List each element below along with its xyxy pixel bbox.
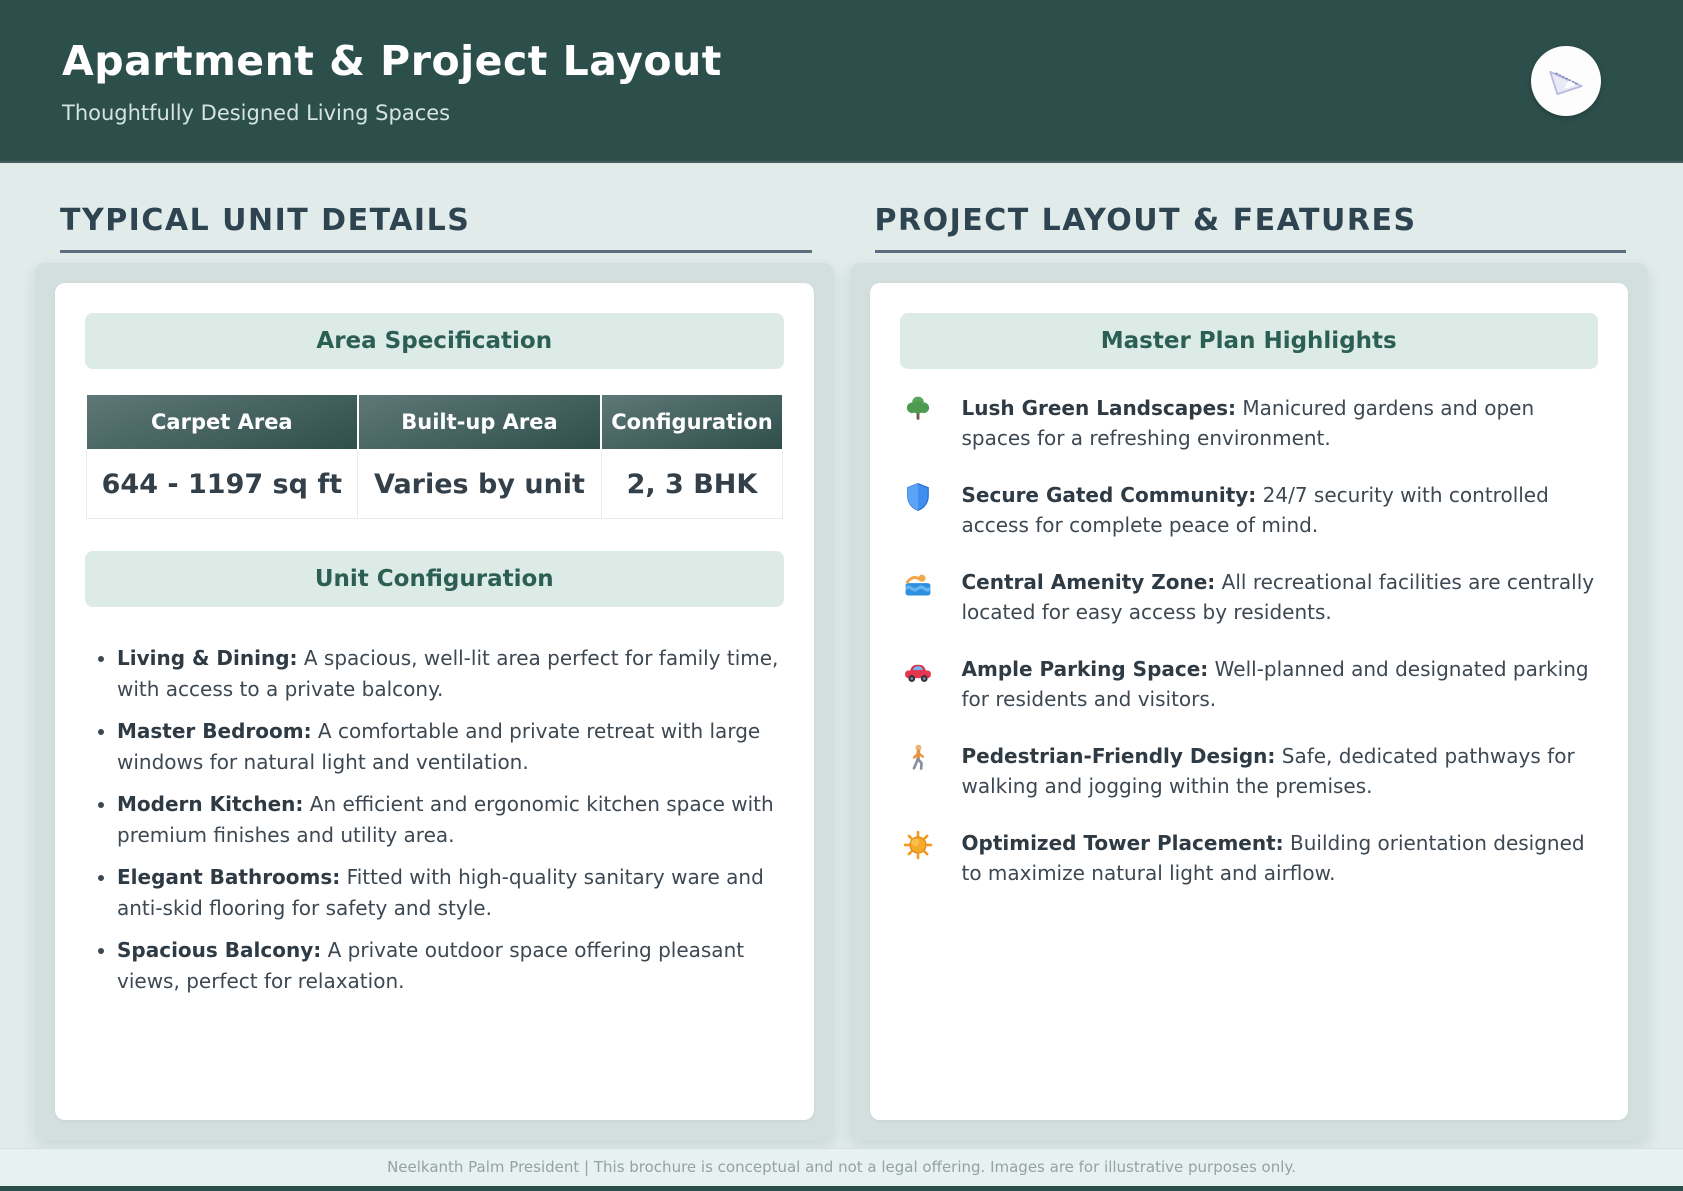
feature-label: Lush Green Landscapes: — [962, 396, 1237, 420]
feature-secure-gated-community: Secure Gated Community: 24/7 security wi… — [902, 480, 1597, 540]
feature-label: Pedestrian-Friendly Design: — [962, 744, 1276, 768]
list-item: Elegant Bathrooms: Fitted with high-qual… — [117, 862, 784, 924]
feature-label: Central Amenity Zone: — [962, 570, 1216, 594]
feature-text: Pedestrian-Friendly Design: Safe, dedica… — [962, 741, 1597, 801]
page-title: Apartment & Project Layout — [62, 37, 1531, 85]
feature-text: Central Amenity Zone: All recreational f… — [962, 567, 1597, 627]
list-item-label: Spacious Balcony: — [117, 938, 321, 962]
feature-pedestrian-friendly-design: Pedestrian-Friendly Design: Safe, dedica… — [902, 741, 1597, 801]
shield-icon — [902, 480, 934, 540]
feature-list: Lush Green Landscapes: Manicured gardens… — [900, 393, 1599, 888]
column-header-carpet-area: Carpet Area — [86, 394, 358, 450]
feature-text: Lush Green Landscapes: Manicured gardens… — [962, 393, 1597, 453]
list-item: Master Bedroom: A comfortable and privat… — [117, 716, 784, 778]
unit-configuration-list: Living & Dining: A spacious, well-lit ar… — [85, 643, 784, 997]
area-specification-banner: Area Specification — [85, 313, 784, 369]
list-item: Spacious Balcony: A private outdoor spac… — [117, 935, 784, 997]
triangular-ruler-icon — [1545, 58, 1587, 104]
unit-details-card: Area Specification Carpet Area Built-up … — [55, 283, 814, 1120]
area-specification-table: Carpet Area Built-up Area Configuration … — [85, 393, 784, 519]
section-rule — [875, 250, 1627, 253]
swimmer-icon — [902, 567, 934, 627]
cell-configuration: 2, 3 BHK — [601, 450, 782, 519]
feature-text: Ample Parking Space: Well-planned and de… — [962, 654, 1597, 714]
column-header-configuration: Configuration — [601, 394, 782, 450]
feature-label: Secure Gated Community: — [962, 483, 1257, 507]
feature-label: Optimized Tower Placement: — [962, 831, 1284, 855]
section-rule — [60, 250, 812, 253]
pedestrian-icon — [902, 741, 934, 801]
page-subtitle: Thoughtfully Designed Living Spaces — [62, 101, 1531, 125]
footer-accent-bar — [0, 1186, 1683, 1191]
footer-disclaimer: Neelkanth Palm President | This brochure… — [0, 1148, 1683, 1186]
header-text-block: Apartment & Project Layout Thoughtfully … — [62, 37, 1531, 125]
project-layout-panel: Master Plan Highlights — [850, 263, 1649, 1140]
section-title-project-layout: PROJECT LAYOUT & FEATURES — [875, 203, 1627, 238]
list-item-label: Modern Kitchen: — [117, 792, 303, 816]
section-title-typical-unit-details: TYPICAL UNIT DETAILS — [60, 203, 812, 238]
feature-text: Optimized Tower Placement: Building orie… — [962, 828, 1597, 888]
feature-central-amenity-zone: Central Amenity Zone: All recreational f… — [902, 567, 1597, 627]
car-icon — [902, 654, 934, 714]
unit-details-panel: Area Specification Carpet Area Built-up … — [35, 263, 834, 1140]
master-plan-highlights-banner: Master Plan Highlights — [900, 313, 1599, 369]
feature-ample-parking-space: Ample Parking Space: Well-planned and de… — [902, 654, 1597, 714]
feature-optimized-tower-placement: Optimized Tower Placement: Building orie… — [902, 828, 1597, 888]
page-footer: Neelkanth Palm President | This brochure… — [0, 1148, 1683, 1191]
feature-text: Secure Gated Community: 24/7 security wi… — [962, 480, 1597, 540]
feature-label: Ample Parking Space: — [962, 657, 1209, 681]
list-item-label: Master Bedroom: — [117, 719, 312, 743]
list-item-label: Elegant Bathrooms: — [117, 865, 340, 889]
table-row: 644 - 1197 sq ft Varies by unit 2, 3 BHK — [86, 450, 783, 519]
list-item: Modern Kitchen: An efficient and ergonom… — [117, 789, 784, 851]
unit-configuration-banner: Unit Configuration — [85, 551, 784, 607]
list-item: Living & Dining: A spacious, well-lit ar… — [117, 643, 784, 705]
tree-icon — [902, 393, 934, 453]
column-project-layout-features: PROJECT LAYOUT & FEATURES Master Plan Hi… — [850, 197, 1649, 1140]
project-layout-card: Master Plan Highlights — [870, 283, 1629, 1120]
column-typical-unit-details: TYPICAL UNIT DETAILS Area Specification … — [35, 197, 834, 1140]
feature-lush-green-landscapes: Lush Green Landscapes: Manicured gardens… — [902, 393, 1597, 453]
main-content: TYPICAL UNIT DETAILS Area Specification … — [0, 163, 1683, 1140]
column-header-built-up-area: Built-up Area — [358, 394, 602, 450]
list-item-label: Living & Dining: — [117, 646, 298, 670]
sun-icon — [902, 828, 934, 888]
cell-carpet-area: 644 - 1197 sq ft — [86, 450, 358, 519]
logo-badge — [1531, 46, 1601, 116]
cell-built-up-area: Varies by unit — [358, 450, 602, 519]
table-header-row: Carpet Area Built-up Area Configuration — [86, 394, 783, 450]
page-header: Apartment & Project Layout Thoughtfully … — [0, 0, 1683, 163]
